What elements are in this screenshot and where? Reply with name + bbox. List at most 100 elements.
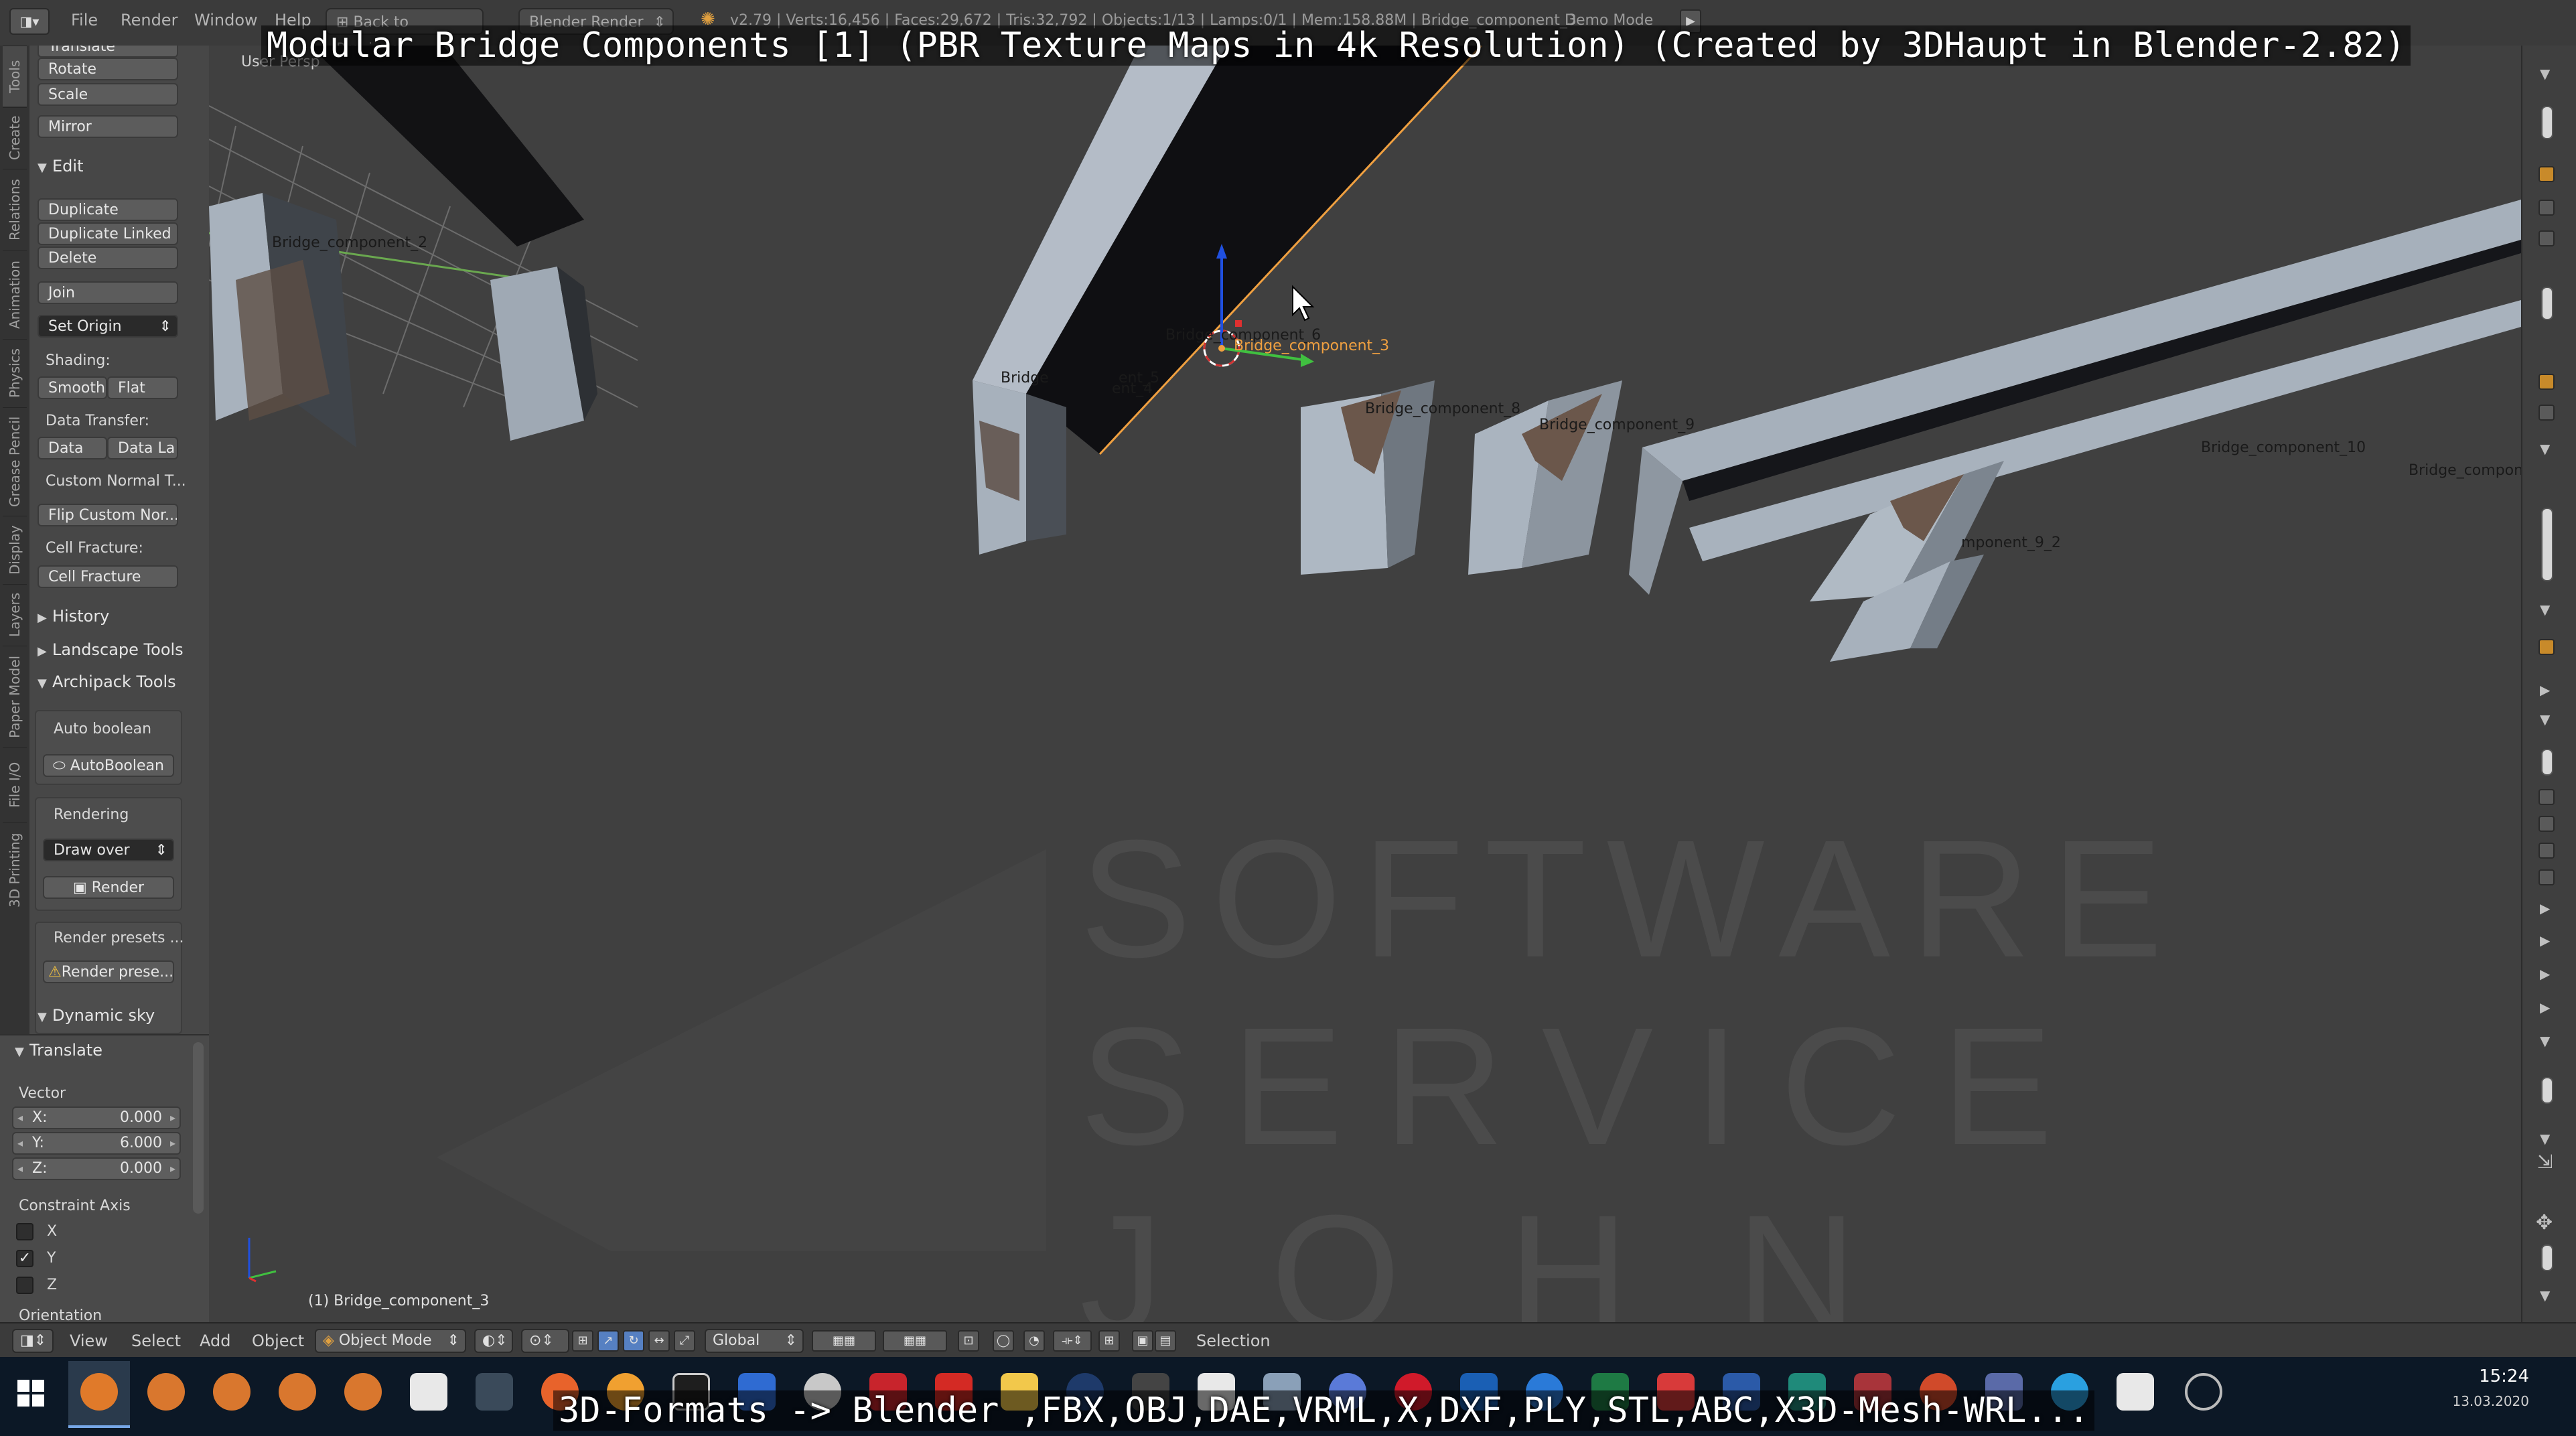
collapse-arrow-icon[interactable]: ▼ — [2540, 1131, 2550, 1147]
blender-app-icon[interactable] — [279, 1373, 316, 1411]
menu-add[interactable]: Add — [200, 1332, 230, 1350]
render-preview-icon[interactable]: ▣ — [1132, 1330, 1153, 1352]
flat-button[interactable]: Flat — [107, 376, 178, 399]
mode-select[interactable]: ◈ Object Mode ⇕ — [315, 1329, 466, 1353]
windows-start-icon[interactable] — [17, 1380, 44, 1407]
increment-icon[interactable]: ▸ — [170, 1133, 175, 1153]
collapse-arrow-icon[interactable]: ▼ — [2540, 601, 2550, 618]
toggle-box[interactable] — [2538, 405, 2555, 421]
tab-tools[interactable]: Tools — [3, 46, 27, 106]
viewport-shading-select[interactable]: ◐⇕ — [474, 1329, 513, 1353]
3d-viewport[interactable]: User Persp SOFTWARE SERVICE JOHN — [209, 46, 2521, 1322]
scroll-handle[interactable] — [2541, 106, 2553, 139]
scroll-handle[interactable] — [2541, 287, 2553, 320]
tab-display[interactable]: Display — [3, 516, 27, 583]
tab-layers[interactable]: Layers — [3, 584, 27, 645]
scroll-handle[interactable] — [2541, 508, 2553, 581]
scroll-handle[interactable] — [2541, 1077, 2553, 1104]
expand-arrow-icon[interactable]: ▶ — [2540, 999, 2550, 1015]
expand-arrow-icon[interactable]: ▶ — [2540, 682, 2550, 698]
collapse-arrow-icon[interactable]: ▼ — [2540, 1287, 2550, 1303]
constraint-z-checkbox[interactable] — [16, 1277, 33, 1294]
collapse-arrow-icon[interactable]: ▼ — [2540, 711, 2550, 727]
constraint-x-checkbox[interactable] — [16, 1223, 33, 1240]
toggle-box[interactable] — [2538, 843, 2555, 859]
app-icon[interactable] — [2185, 1373, 2222, 1411]
collapse-arrow-icon[interactable]: ▼ — [2540, 1033, 2550, 1049]
rotate-manipulator-icon[interactable]: ↻ — [623, 1330, 644, 1352]
manipulator-toggle[interactable]: ⊞ — [572, 1330, 593, 1352]
system-clock[interactable]: 15:24 13.03.2020 — [2452, 1366, 2529, 1409]
constraint-y-checkbox[interactable]: ✓ — [16, 1250, 33, 1267]
toggle-box[interactable] — [2538, 230, 2555, 246]
menu-object[interactable]: Object — [252, 1332, 304, 1350]
app-icon[interactable] — [476, 1373, 513, 1411]
tab-animation[interactable]: Animation — [3, 250, 27, 338]
object-icon[interactable] — [2538, 166, 2555, 182]
smooth-button[interactable]: Smooth — [38, 376, 107, 399]
translate-button[interactable]: Translate — [38, 46, 178, 58]
lock-layers-icon[interactable]: ⊡ — [958, 1330, 979, 1352]
scale-tool-icon[interactable]: ⤢ — [674, 1330, 695, 1352]
tab-paper-model[interactable]: Paper Model — [3, 646, 27, 747]
mirror-button[interactable]: Mirror — [38, 115, 178, 138]
toggle-box[interactable] — [2538, 869, 2555, 885]
draw-over-select[interactable]: Draw over ⇕ — [43, 839, 174, 861]
translate-manipulator-icon[interactable]: ↗ — [597, 1330, 619, 1352]
expand-arrow-icon[interactable]: ▶ — [2540, 932, 2550, 948]
render-presets-button[interactable]: ⚠Render prese... — [43, 960, 174, 983]
increment-icon[interactable]: ▸ — [170, 1159, 175, 1179]
duplicate-linked-button[interactable]: Duplicate Linked — [38, 222, 178, 245]
vector-y-field[interactable]: ◂ Y: 6.000 ▸ — [12, 1132, 181, 1155]
proportional-edit-icon[interactable]: ◯ — [993, 1330, 1014, 1352]
pivot-point-select[interactable]: ⊙⇕ — [521, 1329, 569, 1353]
tab-relations[interactable]: Relations — [3, 169, 27, 250]
transform-orientation-select[interactable]: Global ⇕ — [705, 1329, 804, 1353]
layers-grid-1[interactable]: ▦▦ — [812, 1330, 876, 1352]
dynamic-sky-header[interactable]: ▼ Dynamic sky — [38, 1006, 155, 1025]
decrement-icon[interactable]: ◂ — [17, 1133, 23, 1153]
vector-z-field[interactable]: ◂ Z: 0.000 ▸ — [12, 1157, 181, 1180]
auto-boolean-button[interactable]: ⬭ AutoBoolean — [43, 754, 174, 777]
panel-scrollbar[interactable] — [193, 1042, 204, 1214]
toggle-box[interactable] — [2538, 816, 2555, 832]
decrement-icon[interactable]: ◂ — [17, 1159, 23, 1179]
set-origin-select[interactable]: Set Origin ⇕ — [38, 315, 178, 338]
scene-canvas[interactable]: SOFTWARE SERVICE JOHN — [209, 46, 2521, 1322]
cell-fracture-button[interactable]: Cell Fracture — [38, 565, 178, 588]
app-icon[interactable] — [2117, 1373, 2154, 1411]
vector-x-field[interactable]: ◂ X: 0.000 ▸ — [12, 1106, 181, 1129]
blender-app-icon[interactable] — [80, 1373, 118, 1411]
snap-select[interactable]: ⟛⇕ — [1053, 1330, 1092, 1352]
blender-app-icon[interactable] — [344, 1373, 382, 1411]
tab-physics[interactable]: Physics — [3, 339, 27, 407]
collapse-arrow-icon[interactable]: ▼ — [2540, 441, 2550, 457]
join-button[interactable]: Join — [38, 281, 178, 304]
editor-type-select[interactable]: ◨⇕ — [12, 1329, 54, 1353]
scale-button[interactable]: Scale — [38, 83, 178, 106]
menu-file[interactable]: File — [71, 11, 98, 29]
tab-3d-printing[interactable]: 3D Printing — [3, 822, 27, 917]
rotate-button[interactable]: Rotate — [38, 58, 178, 80]
object-icon[interactable] — [2538, 374, 2555, 390]
editor-type-icon[interactable]: ◨▾ — [9, 8, 50, 35]
bridge-component-10[interactable] — [1629, 200, 2521, 595]
data-layers-button[interactable]: Data La — [107, 437, 178, 459]
menu-window[interactable]: Window — [194, 11, 258, 29]
layers-grid-2[interactable]: ▦▦ — [883, 1330, 947, 1352]
scroll-handle[interactable] — [2541, 1244, 2553, 1271]
tab-file-io[interactable]: File I/O — [3, 747, 27, 822]
navigate-icon[interactable]: ⇲ — [2537, 1151, 2553, 1173]
tab-create[interactable]: Create — [3, 107, 27, 168]
flip-custom-normals-button[interactable]: Flip Custom Nor... — [38, 504, 178, 526]
edit-panel-header[interactable]: ▼ Edit — [38, 157, 83, 175]
proportional-falloff-icon[interactable]: ◔ — [1023, 1330, 1045, 1352]
menu-render[interactable]: Render — [121, 11, 177, 29]
app-icon[interactable] — [410, 1373, 447, 1411]
menu-select[interactable]: Select — [131, 1332, 181, 1350]
tab-grease-pencil[interactable]: Grease Pencil — [3, 407, 27, 515]
custom-normal-tools[interactable]: Custom Normal T... — [46, 473, 186, 490]
delete-button[interactable]: Delete — [38, 246, 178, 269]
landscape-tools-header[interactable]: ▶ Landscape Tools — [38, 640, 184, 659]
object-icon[interactable] — [2538, 639, 2555, 655]
